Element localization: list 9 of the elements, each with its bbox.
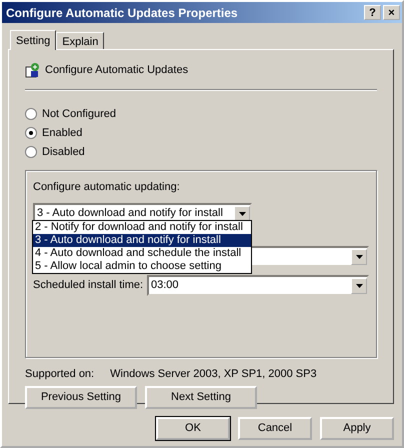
supported-value: Windows Server 2003, XP SP1, 2000 SP3 xyxy=(110,366,317,382)
window-title: Configure Automatic Updates Properties xyxy=(6,4,239,22)
radio-label: Not Configured xyxy=(42,106,116,122)
radio-label: Disabled xyxy=(42,144,85,160)
group-label: Configure automatic updating: xyxy=(33,180,181,194)
supported-label: Supported on: xyxy=(25,366,94,382)
policy-title: Configure Automatic Updates xyxy=(45,63,188,78)
field-label: Scheduled install time: xyxy=(33,278,144,294)
radio-label: Enabled xyxy=(42,126,82,141)
